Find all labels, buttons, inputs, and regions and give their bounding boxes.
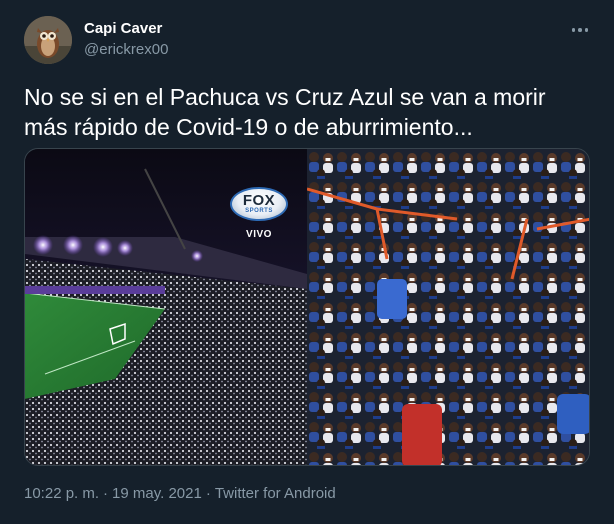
tweet-meta: 10:22 p. m. · 19 may. 2021 · Twitter for And… — [24, 485, 336, 503]
tweet-source-link[interactable]: Twitter for Android — [215, 485, 336, 502]
tweet-card: Capi Caver @erickrex00 No se si en el Pa… — [0, 0, 614, 524]
live-label: VIVO — [246, 229, 272, 240]
fox-sports-logo: FOX SPORTS VIVO — [229, 187, 289, 247]
fox-badge-icon: FOX SPORTS — [230, 187, 288, 221]
more-dot-icon — [571, 28, 576, 32]
meta-separator: · — [103, 485, 109, 502]
tweet-timestamp-date[interactable]: 19 may. 2021 — [112, 485, 202, 502]
avatar[interactable] — [24, 16, 72, 64]
media-grid: FOX SPORTS VIVO — [24, 148, 590, 466]
owl-avatar-icon — [24, 16, 72, 64]
author-handle[interactable]: @erickrex00 — [84, 41, 168, 59]
author-display-name[interactable]: Capi Caver — [84, 20, 168, 38]
tweet-text: No se si en el Pachuca vs Cruz Azul se v… — [24, 84, 546, 140]
media-image-crowd[interactable] — [307, 149, 589, 465]
crowd-photo — [307, 149, 589, 465]
media-image-stadium[interactable]: FOX SPORTS VIVO — [25, 149, 307, 465]
tweet-timestamp-time[interactable]: 10:22 p. m. — [24, 485, 99, 502]
more-dot-icon — [584, 28, 589, 32]
author-block: Capi Caver @erickrex00 — [84, 20, 168, 59]
more-options-button[interactable] — [568, 20, 592, 40]
meta-separator: · — [205, 485, 211, 502]
fox-logo-word: FOX — [242, 191, 276, 209]
fox-logo-sub: SPORTS — [245, 207, 273, 214]
more-dot-icon — [578, 28, 582, 32]
